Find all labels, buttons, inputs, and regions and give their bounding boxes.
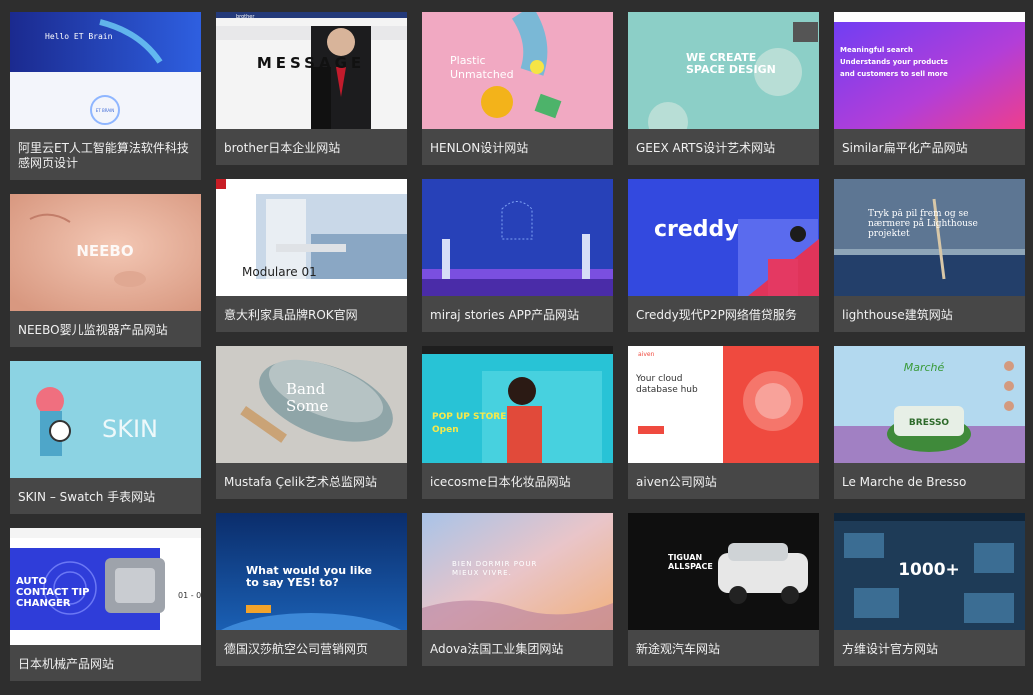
thumbnail-image[interactable]: Plastic Unmatched [422,12,613,129]
card-title[interactable]: aiven公司网站 [628,463,819,499]
svg-text:creddy: creddy [654,217,739,242]
svg-text:Modulare 01: Modulare 01 [242,265,317,279]
thumbnail-image[interactable]: creddy [628,179,819,296]
gallery-card[interactable]: creddy Creddy现代P2P网络借贷服务 [628,179,819,332]
svg-text:brother: brother [236,14,255,20]
gallery-column-3: Plastic Unmatched HENLON设计网站 miraj stori… [422,12,613,680]
svg-text:NEEBO: NEEBO [76,242,133,260]
thumbnail-image[interactable]: BIEN DORMIR POUR MIEUX VIVRE. [422,513,613,630]
thumbnail-image[interactable]: NEEBO [10,194,201,311]
thumbnail-image[interactable]: AUTO CONTACT TIP CHANGER 01 - 05 [10,528,201,645]
card-title[interactable]: brother日本企业网站 [216,129,407,165]
gallery-card[interactable]: SKIN SKIN – Swatch 手表网站 [10,361,201,514]
gallery-column-5: Meaningful search Understands your produ… [834,12,1025,680]
card-title[interactable]: 方维设计官方网站 [834,630,1025,666]
svg-text:01 - 05: 01 - 05 [178,591,201,600]
gallery-card[interactable]: Hello ET Brain ET BRAIN 阿里云ET人工智能算法软件科技感… [10,12,201,180]
gallery-card[interactable]: AUTO CONTACT TIP CHANGER 01 - 05 日本机械产品网… [10,528,201,681]
thumbnail-image[interactable]: Meaningful search Understands your produ… [834,12,1025,129]
thumbnail-image[interactable]: BRESSO Marché [834,346,1025,463]
gallery-card[interactable]: miraj stories APP产品网站 [422,179,613,332]
gallery-column-4: WE CREATE SPACE DESIGN GEEX ARTS设计艺术网站 c… [628,12,819,680]
gallery-card[interactable]: brother MESSAGE brother日本企业网站 [216,12,407,165]
thumbnail-image[interactable]: What would you like to say YES! to? [216,513,407,630]
thumbnail-image[interactable]: Band Some [216,346,407,463]
thumb-heading: Hello ET Brain [45,32,113,41]
card-title[interactable]: Similar扁平化产品网站 [834,129,1025,165]
svg-text:1000+: 1000+ [898,560,960,580]
card-title[interactable]: 日本机械产品网站 [10,645,201,681]
gallery-card[interactable]: BRESSO Marché Le Marche de Bresso [834,346,1025,499]
gallery-card[interactable]: WE CREATE SPACE DESIGN GEEX ARTS设计艺术网站 [628,12,819,165]
svg-text:BRESSO: BRESSO [909,418,949,428]
card-title[interactable]: icecosme日本化妆品网站 [422,463,613,499]
thumbnail-image[interactable]: POP UP STORE Open [422,346,613,463]
thumbnail-image[interactable]: brother MESSAGE [216,12,407,129]
card-title[interactable]: 阿里云ET人工智能算法软件科技感网页设计 [10,129,201,180]
thumbnail-image[interactable]: Hello ET Brain ET BRAIN [10,12,201,129]
card-title[interactable]: lighthouse建筑网站 [834,296,1025,332]
card-title[interactable]: GEEX ARTS设计艺术网站 [628,129,819,165]
card-title[interactable]: SKIN – Swatch 手表网站 [10,478,201,514]
svg-text:SKIN: SKIN [102,415,158,443]
thumbnail-image[interactable]: Modulare 01 [216,179,407,296]
gallery-card[interactable]: POP UP STORE Open icecosme日本化妆品网站 [422,346,613,499]
thumbnail-image[interactable]: 1000+ [834,513,1025,630]
svg-text:Marché: Marché [904,361,945,374]
gallery-card[interactable]: NEEBO NEEBO婴儿监视器产品网站 [10,194,201,347]
thumbnail-image[interactable]: aiven Your cloud database hub [628,346,819,463]
svg-text:aiven: aiven [638,351,655,358]
gallery-card[interactable]: Plastic Unmatched HENLON设计网站 [422,12,613,165]
gallery-card[interactable]: Tryk på pil frem og se nærmere på Lighth… [834,179,1025,332]
gallery-card[interactable]: Modulare 01 意大利家具品牌ROK官网 [216,179,407,332]
thumbnail-image[interactable]: Tryk på pil frem og se nærmere på Lighth… [834,179,1025,296]
gallery-card[interactable]: TIGUAN ALLSPACE 新途观汽车网站 [628,513,819,666]
card-title[interactable]: Le Marche de Bresso [834,463,1025,499]
card-title[interactable]: miraj stories APP产品网站 [422,296,613,332]
card-title[interactable]: 意大利家具品牌ROK官网 [216,296,407,332]
card-title[interactable]: Mustafa Çelik艺术总监网站 [216,463,407,499]
gallery-card[interactable]: aiven Your cloud database hub aiven公司网站 [628,346,819,499]
gallery-card[interactable]: What would you like to say YES! to? 德国汉莎… [216,513,407,666]
thumbnail-image[interactable]: SKIN [10,361,201,478]
gallery-card[interactable]: Band Some Mustafa Çelik艺术总监网站 [216,346,407,499]
thumbnail-image[interactable] [422,179,613,296]
card-title[interactable]: 新途观汽车网站 [628,630,819,666]
svg-text:MESSAGE: MESSAGE [257,54,365,72]
card-title[interactable]: 德国汉莎航空公司营销网页 [216,630,407,666]
card-title[interactable]: NEEBO婴儿监视器产品网站 [10,311,201,347]
card-title[interactable]: HENLON设计网站 [422,129,613,165]
card-title[interactable]: Creddy现代P2P网络借贷服务 [628,296,819,332]
gallery-card[interactable]: 1000+ 方维设计官方网站 [834,513,1025,666]
thumbnail-image[interactable]: WE CREATE SPACE DESIGN [628,12,819,129]
thumbnail-image[interactable]: TIGUAN ALLSPACE [628,513,819,630]
card-title[interactable]: Adova法国工业集团网站 [422,630,613,666]
gallery-card[interactable]: BIEN DORMIR POUR MIEUX VIVRE. Adova法国工业集… [422,513,613,666]
svg-text:ET BRAIN: ET BRAIN [96,108,115,113]
gallery-column-1: Hello ET Brain ET BRAIN 阿里云ET人工智能算法软件科技感… [10,12,201,695]
gallery-column-2: brother MESSAGE brother日本企业网站 Modulare 0… [216,12,407,680]
gallery-card[interactable]: Meaningful search Understands your produ… [834,12,1025,165]
